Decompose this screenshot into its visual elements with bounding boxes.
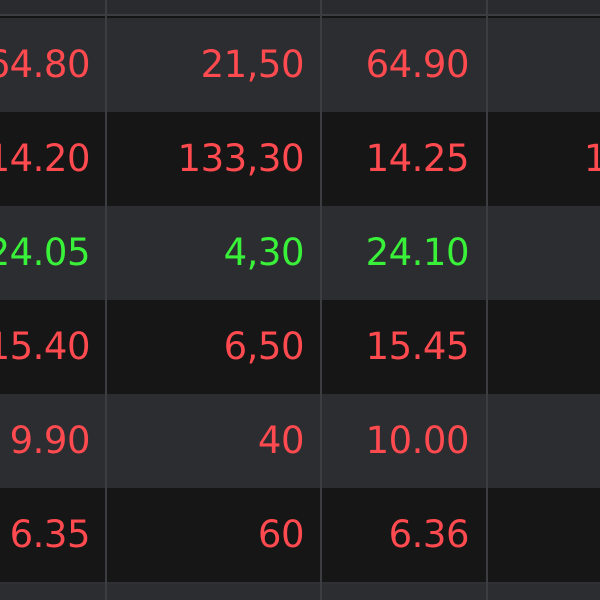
volume-cell: 133,30 bbox=[177, 137, 305, 180]
price-cell: 24.10 bbox=[365, 231, 470, 274]
price-cell: 64.90 bbox=[365, 43, 470, 86]
volume-cell bbox=[488, 488, 600, 582]
volume-cell: 6,50 bbox=[223, 325, 305, 368]
table-row-3[interactable]: 24.05 4,30 24.10 bbox=[0, 206, 600, 300]
column-divider bbox=[105, 0, 107, 600]
price-table: 64.80 21,50 64.90 14.20 133,30 14.25 18 … bbox=[0, 0, 600, 600]
table-row-5[interactable]: 9.90 40 10.00 bbox=[0, 394, 600, 488]
volume-cell: 60 bbox=[257, 513, 305, 556]
volume-cell: 21,50 bbox=[200, 43, 305, 86]
price-cell: 24.05 bbox=[0, 231, 91, 274]
price-cell: 6.36 bbox=[388, 513, 470, 556]
price-cell: 14.20 bbox=[0, 137, 91, 180]
volume-cell bbox=[488, 18, 600, 112]
price-cell: 6.35 bbox=[9, 513, 91, 556]
price-cell: 14.25 bbox=[365, 137, 470, 180]
volume-cell: 4,30 bbox=[223, 231, 305, 274]
volume-cell bbox=[488, 394, 600, 488]
column-divider bbox=[486, 0, 488, 600]
price-cell: 15.45 bbox=[365, 325, 470, 368]
price-table-viewport[interactable]: 64.80 21,50 64.90 14.20 133,30 14.25 18 … bbox=[0, 0, 600, 600]
table-row-1[interactable]: 64.80 21,50 64.90 bbox=[0, 18, 600, 112]
table-row-2[interactable]: 14.20 133,30 14.25 18 bbox=[0, 112, 600, 206]
volume-cell: 40 bbox=[257, 419, 305, 462]
price-cell: 10.00 bbox=[365, 419, 470, 462]
table-row-6[interactable]: 6.35 60 6.36 bbox=[0, 488, 600, 582]
volume-cell bbox=[488, 206, 600, 300]
column-divider bbox=[320, 0, 322, 600]
price-cell: 64.80 bbox=[0, 43, 91, 86]
table-header-row bbox=[0, 0, 600, 16]
price-cell: 9.90 bbox=[9, 419, 91, 462]
volume-cell: 18 bbox=[583, 137, 600, 180]
table-row-partial[interactable] bbox=[0, 582, 600, 600]
volume-cell bbox=[488, 300, 600, 394]
table-row-4[interactable]: 15.40 6,50 15.45 bbox=[0, 300, 600, 394]
price-cell: 15.40 bbox=[0, 325, 91, 368]
row-divider bbox=[0, 582, 600, 584]
